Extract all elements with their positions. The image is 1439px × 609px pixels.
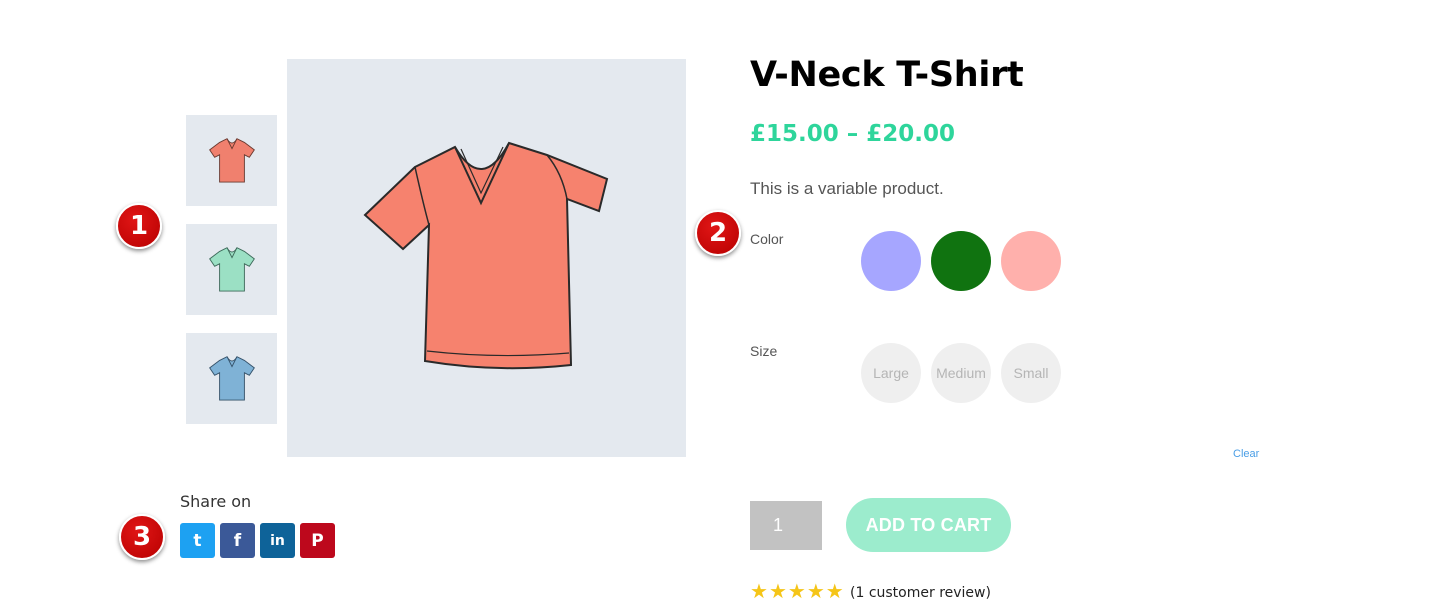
star-icon: ★ [806,581,825,603]
product-title: V-Neck T-Shirt [750,55,1024,95]
size-option-small[interactable]: Small [1001,343,1061,403]
add-to-cart-button[interactable]: ADD TO CART [846,498,1011,552]
callout-marker-1: 1 [116,203,162,249]
callout-marker-2: 2 [695,210,741,256]
star-icon: ★ [750,581,768,603]
tshirt-image [363,141,608,370]
color-swatch-pink[interactable] [1001,231,1061,291]
product-description: This is a variable product. [750,179,944,198]
tshirt-thumbnail-image [208,137,255,183]
share-facebook-button[interactable]: f [220,523,255,558]
thumbnail-mint[interactable] [186,224,277,315]
star-icon: ★ [825,581,844,603]
rating-stars: ★ ★ ★ ★ ★ [750,582,844,602]
thumbnail-blue[interactable] [186,333,277,424]
size-option-large[interactable]: Large [861,343,921,403]
share-pinterest-button[interactable]: P [300,523,335,558]
clear-selection-link[interactable]: Clear [1233,448,1259,460]
color-swatch-green[interactable] [931,231,991,291]
tshirt-thumbnail-image [208,246,255,292]
callout-marker-3: 3 [119,514,165,560]
color-swatch-purple[interactable] [861,231,921,291]
product-price: £15.00 – £20.00 [750,121,956,147]
pinterest-icon: P [311,530,324,551]
customer-review-link[interactable]: (1 customer review) [850,585,991,601]
color-label: Color [750,231,784,247]
facebook-icon: f [233,530,242,551]
star-icon: ★ [787,581,806,603]
tshirt-thumbnail-image [208,355,255,401]
star-icon: ★ [768,581,787,603]
share-linkedin-button[interactable]: in [260,523,295,558]
quantity-input[interactable] [750,501,822,550]
twitter-icon: t [193,530,202,551]
size-option-medium[interactable]: Medium [931,343,991,403]
thumbnail-coral[interactable] [186,115,277,206]
share-twitter-button[interactable]: t [180,523,215,558]
linkedin-icon: in [270,532,285,549]
share-label: Share on [180,492,252,511]
main-product-image[interactable] [287,59,686,457]
size-label: Size [750,343,778,359]
